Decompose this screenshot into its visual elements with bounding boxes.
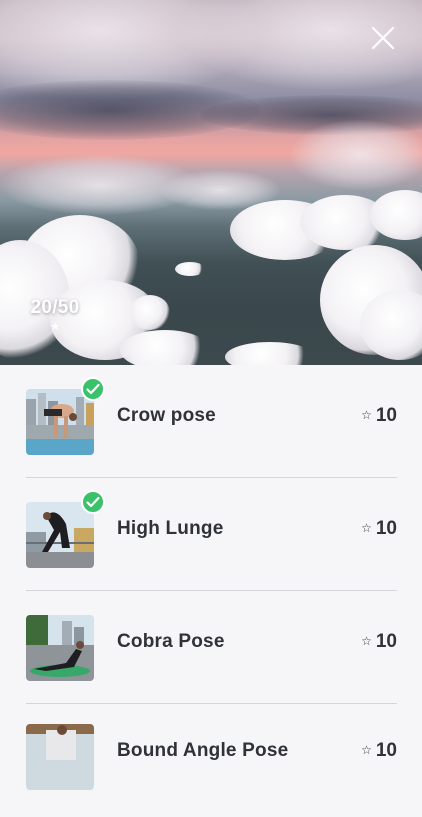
- close-icon: [371, 26, 395, 50]
- list-item[interactable]: High Lunge ☆ 10: [0, 478, 422, 591]
- exercise-list: Crow pose ☆ 10 High Lunge ☆ 10 Cobra Pos…: [0, 365, 422, 817]
- exercise-title: Crow pose: [117, 405, 216, 426]
- points-value: 10: [375, 518, 397, 539]
- progress-count: 20/50: [30, 297, 80, 318]
- list-item[interactable]: Bound Angle Pose ☆ 10: [0, 704, 422, 817]
- star-outline-icon: ☆: [361, 743, 372, 757]
- close-button[interactable]: [370, 25, 396, 51]
- points-value: 10: [375, 631, 397, 652]
- hero-sky-image: 20/50 ★: [0, 0, 422, 365]
- exercise-points: ☆ 10: [361, 518, 397, 540]
- exercise-thumbnail: [26, 502, 94, 568]
- completed-check-icon: [81, 490, 105, 514]
- exercise-title: High Lunge: [117, 518, 224, 539]
- completed-check-icon: [81, 377, 105, 401]
- list-item[interactable]: Cobra Pose ☆ 10: [0, 591, 422, 704]
- exercise-thumbnail: [26, 724, 94, 790]
- progress-indicator: 20/50 ★: [26, 297, 84, 333]
- star-icon: ★: [50, 321, 60, 333]
- star-outline-icon: ☆: [361, 634, 372, 648]
- points-value: 10: [375, 405, 397, 426]
- exercise-thumbnail: [26, 389, 94, 455]
- points-value: 10: [375, 740, 397, 761]
- star-outline-icon: ☆: [361, 521, 372, 535]
- exercise-points: ☆ 10: [361, 405, 397, 427]
- list-item[interactable]: Crow pose ☆ 10: [0, 365, 422, 478]
- star-outline-icon: ☆: [361, 408, 372, 422]
- exercise-points: ☆ 10: [361, 631, 397, 653]
- exercise-title: Bound Angle Pose: [117, 740, 289, 761]
- exercise-thumbnail: [26, 615, 94, 681]
- exercise-title: Cobra Pose: [117, 631, 225, 652]
- exercise-points: ☆ 10: [361, 740, 397, 762]
